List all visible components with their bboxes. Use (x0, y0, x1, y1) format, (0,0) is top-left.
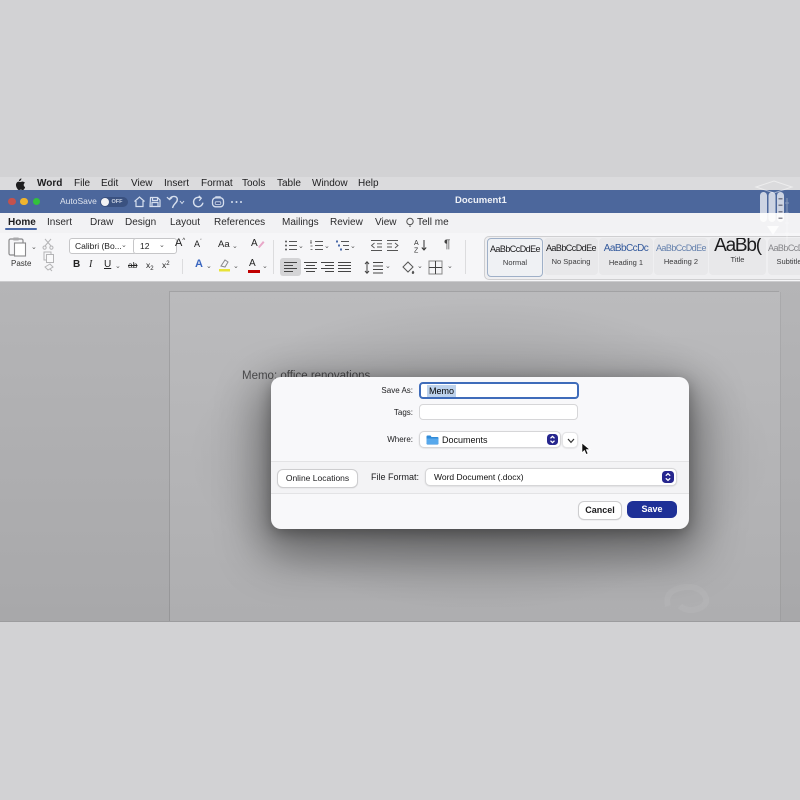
svg-text:Z: Z (414, 248, 419, 254)
svg-text:A: A (414, 240, 419, 247)
